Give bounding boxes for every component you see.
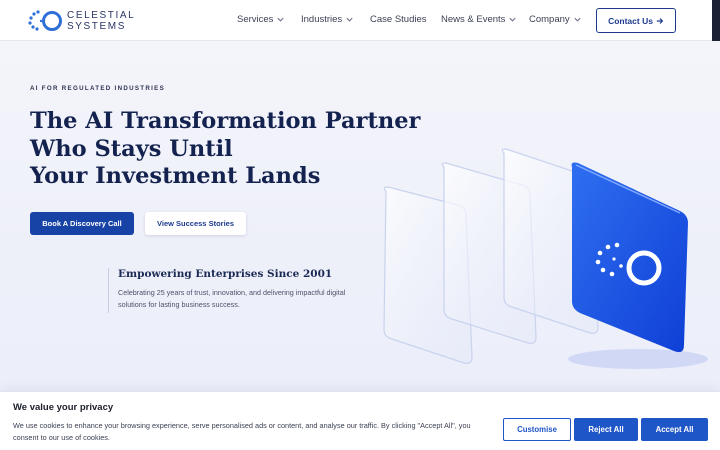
nav-item-company[interactable]: Company — [529, 14, 582, 25]
tagline-body: Celebrating 25 years of trust, innovatio… — [118, 288, 346, 309]
nav-item-industries[interactable]: Industries — [301, 14, 354, 25]
tagline-title: Empowering Enterprises Since 2001 — [118, 268, 333, 280]
contact-us-label: Contact Us — [608, 15, 653, 26]
headline-line-3: Your Investment Lands — [30, 163, 321, 189]
view-success-stories-button[interactable]: View Success Stories — [145, 212, 246, 235]
accept-all-button[interactable]: Accept All — [641, 418, 708, 441]
headline-line-1: The AI Transformation Partner — [30, 108, 421, 134]
hero-eyebrow: AI FOR REGULATED INDUSTRIES — [30, 85, 166, 92]
nav-item-label: News & Events — [441, 14, 506, 25]
chevron-down-icon — [574, 17, 581, 22]
headline-line-2: Who Stays Until — [30, 135, 233, 162]
site-header: CELESTIAL SYSTEMS Services Industries Ca… — [0, 0, 720, 41]
cookie-title: We value your privacy — [13, 402, 114, 413]
nav-item-news-events[interactable]: News & Events — [441, 14, 517, 25]
reject-all-button[interactable]: Reject All — [574, 418, 638, 441]
nav-item-case-studies[interactable]: Case Studies — [370, 14, 427, 25]
nav-item-label: Case Studies — [370, 14, 427, 25]
nav-item-label: Company — [529, 14, 570, 25]
nav-item-label: Industries — [301, 14, 343, 25]
arrow-right-icon — [656, 17, 664, 24]
nav-item-services[interactable]: Services — [237, 14, 285, 25]
chevron-down-icon — [277, 17, 285, 22]
hero-section: AI FOR REGULATED INDUSTRIES The AI Trans… — [0, 41, 720, 391]
nav-item-label: Services — [237, 14, 274, 25]
glass-panels-illustration — [383, 148, 708, 369]
tagline-block: Empowering Enterprises Since 2001 Celebr… — [108, 268, 358, 313]
panel-shadow — [568, 349, 708, 369]
cookie-text: We use cookies to enhance your browsing … — [13, 421, 471, 442]
customise-button[interactable]: Customise — [503, 418, 571, 441]
contact-us-button[interactable]: Contact Us — [596, 8, 676, 33]
page-scrollbar[interactable] — [712, 0, 720, 41]
hero-headline: The AI Transformation Partner Who Stays … — [30, 108, 421, 191]
chevron-down-icon — [509, 17, 517, 22]
book-discovery-call-button[interactable]: Book A Discovery Call — [30, 212, 134, 235]
chevron-down-icon — [346, 17, 353, 22]
cookie-consent-banner: We value your privacy We use cookies to … — [0, 391, 720, 450]
